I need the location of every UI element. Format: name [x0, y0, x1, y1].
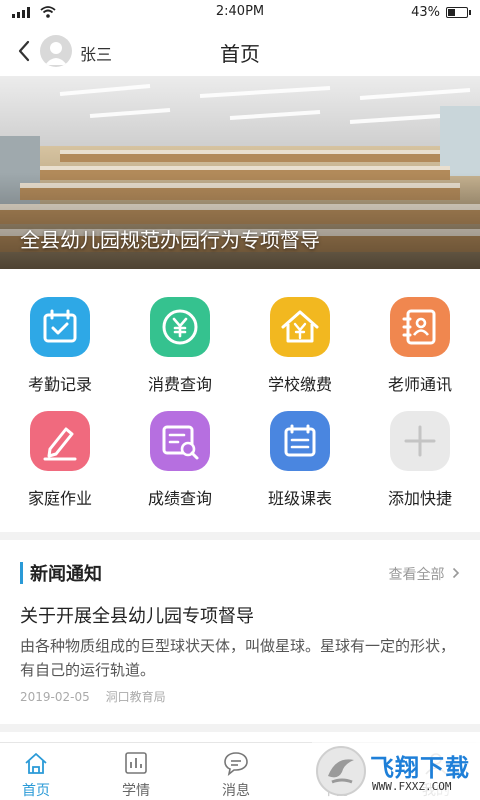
grid-item-school-fees[interactable]: 学校缴费	[240, 282, 360, 394]
schedule-list-icon	[270, 411, 330, 471]
grid-item-label: 家庭作业	[27, 489, 92, 508]
news-date: 2019-02-05	[20, 690, 90, 704]
grid-item-homework[interactable]: 家庭作业	[0, 396, 120, 508]
grid-item-label: 成绩查询	[147, 489, 212, 508]
chevron-right-icon	[452, 567, 460, 579]
page-title: 首页	[220, 42, 260, 66]
news-section-title: 新闻通知	[30, 564, 102, 585]
grid-item-add-shortcut[interactable]: 添加快捷	[360, 396, 480, 508]
news-meta: 2019-02-05 洞口教育局	[20, 688, 166, 705]
section-divider	[0, 724, 480, 732]
news-summary: 由各种物质组成的巨型球状天体，叫做星球。星球有一定的形状，有自己的运行轨道。	[20, 637, 456, 679]
grid-item-label: 班级课表	[267, 489, 332, 508]
section-accent-bar	[20, 562, 23, 584]
avatar[interactable]	[40, 35, 72, 67]
tab-messages[interactable]: 消息	[186, 743, 286, 800]
news-item[interactable]: 关于开展全县幼儿园专项督导 由各种物质组成的巨型球状天体，叫做星球。星球有一定的…	[0, 596, 480, 716]
grid-item-label: 学校缴费	[267, 375, 332, 394]
calendar-check-icon	[30, 297, 90, 357]
tab-learning[interactable]: 学情	[86, 743, 186, 800]
status-right: 43%	[411, 5, 471, 20]
tab-label: 消息	[222, 783, 250, 799]
view-all-label: 查看全部	[388, 567, 445, 583]
feature-grid: 考勤记录 消费查询 学校缴费 老师通讯 家庭作业 成绩查询 班级课表 添加快捷	[0, 282, 480, 522]
tab-home[interactable]: 首页	[0, 743, 86, 800]
yuan-coin-icon	[150, 297, 210, 357]
pencil-icon	[30, 411, 90, 471]
banner-caption: 全县幼儿园规范办园行为专项督导	[20, 228, 320, 252]
news-source: 洞口教育局	[105, 690, 166, 704]
grid-item-teacher-contacts[interactable]: 老师通讯	[360, 282, 480, 394]
news-headline: 关于开展全县幼儿园专项督导	[20, 606, 254, 627]
watermark-logo-icon	[316, 746, 366, 796]
user-icon	[45, 42, 67, 65]
status-time: 2:40PM	[215, 4, 265, 19]
section-divider	[0, 532, 480, 540]
banner[interactable]: 全县幼儿园规范办园行为专项督导	[0, 76, 480, 269]
grid-item-label: 考勤记录	[27, 375, 92, 394]
grid-item-class-schedule[interactable]: 班级课表	[240, 396, 360, 508]
report-search-icon	[150, 411, 210, 471]
tab-label: 首页	[22, 783, 50, 799]
grid-item-consumption[interactable]: 消费查询	[120, 282, 240, 394]
status-bar: 2:40PM 43%	[0, 0, 480, 26]
watermark-text: 飞翔下载	[370, 754, 470, 782]
plus-icon	[390, 411, 450, 471]
grid-item-label: 老师通讯	[387, 375, 452, 394]
bar-chart-icon	[125, 752, 147, 774]
grid-item-grades[interactable]: 成绩查询	[120, 396, 240, 508]
battery-percent: 43%	[411, 5, 440, 20]
nav-bar: 张三 首页	[0, 26, 480, 76]
view-all-link[interactable]: 查看全部	[389, 564, 460, 584]
watermark-url: WWW.FXXZ.COM	[372, 780, 452, 793]
tab-label: 学情	[122, 783, 150, 799]
grid-item-label: 添加快捷	[387, 489, 452, 508]
back-icon[interactable]	[14, 38, 36, 64]
contact-book-icon	[390, 297, 450, 357]
home-icon	[25, 753, 47, 774]
grid-item-label: 消费查询	[147, 375, 212, 394]
grid-item-attendance[interactable]: 考勤记录	[0, 282, 120, 394]
chat-bubble-icon	[224, 752, 248, 776]
house-yuan-icon	[270, 297, 330, 357]
watermark: 飞翔下载 WWW.FXXZ.COM	[312, 742, 480, 800]
battery-icon	[446, 7, 471, 18]
news-header: 新闻通知 查看全部	[0, 548, 480, 592]
user-name[interactable]: 张三	[80, 41, 112, 65]
